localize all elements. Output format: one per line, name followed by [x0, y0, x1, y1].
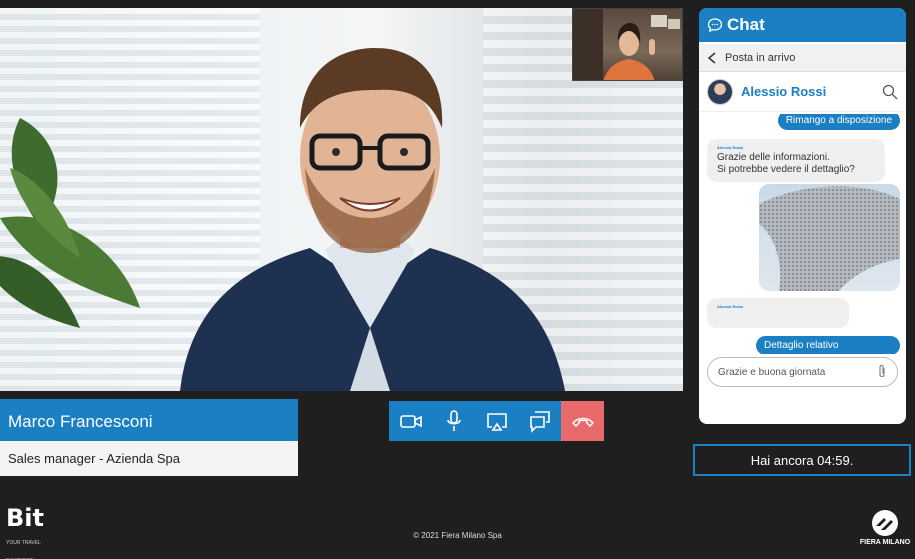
chat-message-input[interactable]: Grazie e buona giornata [707, 357, 898, 387]
participant-name: Marco Francesconi [0, 399, 298, 441]
contact-name: Alessio Rossi [741, 84, 827, 99]
message-outgoing: Rimango a disposizione [777, 114, 900, 130]
message-text-line2: Si potrebbe vedere il dettaglio? [717, 164, 855, 175]
building-photo [759, 186, 900, 291]
self-view-video [572, 8, 683, 81]
paperclip-icon[interactable] [877, 364, 887, 380]
fiera-milano-icon [872, 510, 898, 536]
chat-contact-bar: Alessio Rossi [699, 72, 906, 112]
chat-icon [707, 18, 723, 33]
message-text: Dettaglio relativo [764, 340, 839, 351]
microphone-button[interactable] [432, 401, 475, 441]
screen-share-icon [486, 413, 507, 431]
chat-bubbles-icon [529, 411, 550, 433]
chat-toggle-button[interactable] [518, 401, 561, 441]
message-text-line1: Grazie delle informazioni. [717, 152, 830, 163]
message-list[interactable]: Rimango a disposizione Alessio Rossi Gra… [699, 114, 906, 354]
search-icon[interactable] [882, 84, 898, 100]
copyright-text: © 2021 Fiera Milano Spa [413, 531, 502, 540]
message-image[interactable] [759, 184, 900, 291]
end-call-button[interactable] [561, 401, 604, 441]
message-text: Rimango a disposizione [785, 115, 892, 126]
microphone-icon [446, 410, 461, 431]
bit-logo-text: Bit [6, 504, 44, 532]
message-outgoing: Dettaglio relativo [756, 336, 900, 354]
chat-panel: Chat Posta in arrivo Alessio Rossi Riman… [699, 8, 906, 424]
chat-title: Chat [727, 15, 765, 34]
screen-share-button[interactable] [475, 401, 518, 441]
video-camera-icon [399, 415, 422, 428]
message-incoming: Alessio Rossi [707, 298, 849, 328]
inbox-label: Posta in arrivo [725, 51, 796, 64]
fiera-milano-label: FIERA MILANO [859, 539, 911, 546]
chevron-left-icon [707, 51, 716, 64]
fiera-milano-logo: FIERA MILANO [855, 510, 915, 546]
participant-video [180, 48, 565, 391]
message-sender: Alessio Rossi [717, 304, 744, 309]
hang-up-icon [571, 417, 594, 428]
participant-name-plate: Marco Francesconi Sales manager - Aziend… [0, 399, 298, 476]
avatar [707, 78, 733, 105]
message-incoming: Alessio Rossi Grazie delle informazioni.… [707, 139, 885, 182]
participant-role: Sales manager - Azienda Spa [0, 441, 298, 476]
message-sender: Alessio Rossi [717, 145, 744, 150]
plant-image [0, 118, 140, 328]
self-view-person [573, 9, 680, 80]
chat-header: Chat [699, 8, 906, 42]
bit-logo-subtitle: YOUR TRAVEL EXHIBITION [6, 540, 41, 559]
camera-button[interactable] [389, 401, 432, 441]
inbox-back-link[interactable]: Posta in arrivo [699, 44, 906, 72]
chat-input-value: Grazie e buona giornata [718, 366, 826, 378]
time-remaining: Hai ancora 04:59. [693, 444, 911, 476]
call-controls [389, 401, 604, 441]
